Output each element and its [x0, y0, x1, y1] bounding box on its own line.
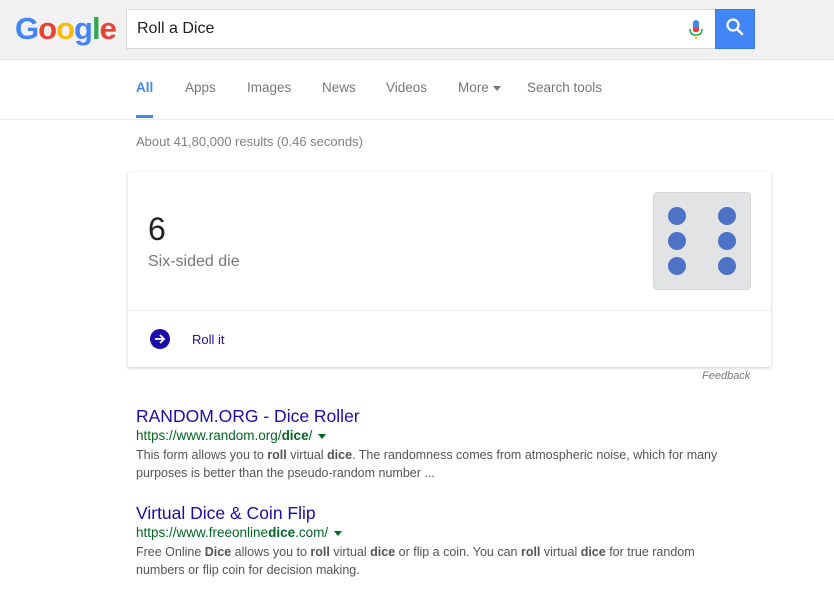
search-tabs: All Apps Images News Videos More Search … [0, 60, 834, 120]
logo-letter: G [15, 11, 39, 46]
logo-letter: o [38, 11, 57, 46]
snippet-text: Dice [204, 545, 232, 559]
result-title[interactable]: RANDOM.ORG - Dice Roller [136, 405, 736, 427]
snippet-text: virtual [540, 545, 581, 559]
search-result: RANDOM.ORG - Dice Roller https://www.ran… [136, 405, 736, 482]
card-divider [128, 310, 771, 311]
arrow-right-circle-icon [150, 329, 170, 349]
snippet-text: roll [520, 545, 541, 559]
tab-videos[interactable]: Videos [386, 60, 427, 118]
die-pip [718, 207, 736, 225]
tab-news[interactable]: News [322, 60, 356, 118]
dice-value: 6 [148, 211, 166, 247]
dice-description: Six-sided die [148, 253, 240, 270]
snippet-text: dice [327, 448, 353, 462]
tab-apps[interactable]: Apps [185, 60, 216, 118]
die-face-icon[interactable] [653, 192, 751, 290]
search-input[interactable] [137, 10, 677, 48]
snippet-text: virtual [329, 545, 371, 559]
roll-it-label: Roll it [192, 331, 225, 347]
tab-more[interactable]: More [458, 60, 501, 118]
die-pip [718, 232, 736, 250]
die-pip [718, 257, 736, 275]
result-snippet: This form allows you to roll virtual dic… [136, 446, 736, 482]
die-pip [668, 257, 686, 275]
result-snippet: Free Online Dice allows you to roll virt… [136, 543, 736, 579]
url-options-caret-icon[interactable] [318, 433, 327, 439]
microphone-icon[interactable] [687, 19, 705, 41]
result-title[interactable]: Virtual Dice & Coin Flip [136, 502, 736, 524]
snippet-text: roll [267, 448, 287, 462]
snippet-text: This form allows you to [136, 448, 268, 462]
feedback-link[interactable]: Feedback [702, 370, 750, 382]
snippet-text: or flip a coin. You can [395, 545, 521, 559]
search-result: Virtual Dice & Coin Flip https://www.fre… [136, 502, 736, 579]
search-box[interactable] [126, 9, 716, 49]
top-bar: Google [0, 0, 834, 60]
dice-roller-card: 6 Six-sided die Roll it [128, 172, 771, 367]
caret-down-icon [492, 85, 501, 91]
result-url: https://www.freeonlinedice.com/ [136, 524, 736, 542]
tab-search-tools[interactable]: Search tools [527, 60, 602, 118]
google-logo[interactable]: Google [15, 11, 117, 46]
snippet-text: virtual [286, 448, 328, 462]
search-icon [725, 17, 745, 42]
logo-letter: g [74, 11, 93, 46]
tab-all[interactable]: All [136, 60, 154, 118]
search-button[interactable] [715, 9, 755, 49]
logo-letter: e [99, 11, 117, 46]
roll-it-button[interactable]: Roll it [150, 329, 225, 349]
die-pip [668, 232, 686, 250]
snippet-text: dice [370, 545, 396, 559]
snippet-text: dice [580, 545, 606, 559]
logo-letter: l [91, 11, 101, 46]
result-url: https://www.random.org/dice/ [136, 427, 736, 445]
url-options-caret-icon[interactable] [334, 530, 343, 536]
snippet-text: Free Online [136, 545, 205, 559]
snippet-text: allows you to [231, 545, 311, 559]
result-stats: About 41,80,000 results (0.46 seconds) [136, 134, 363, 149]
snippet-text: roll [310, 545, 330, 559]
die-pip [668, 207, 686, 225]
tab-images[interactable]: Images [247, 60, 291, 118]
logo-letter: o [56, 11, 75, 46]
